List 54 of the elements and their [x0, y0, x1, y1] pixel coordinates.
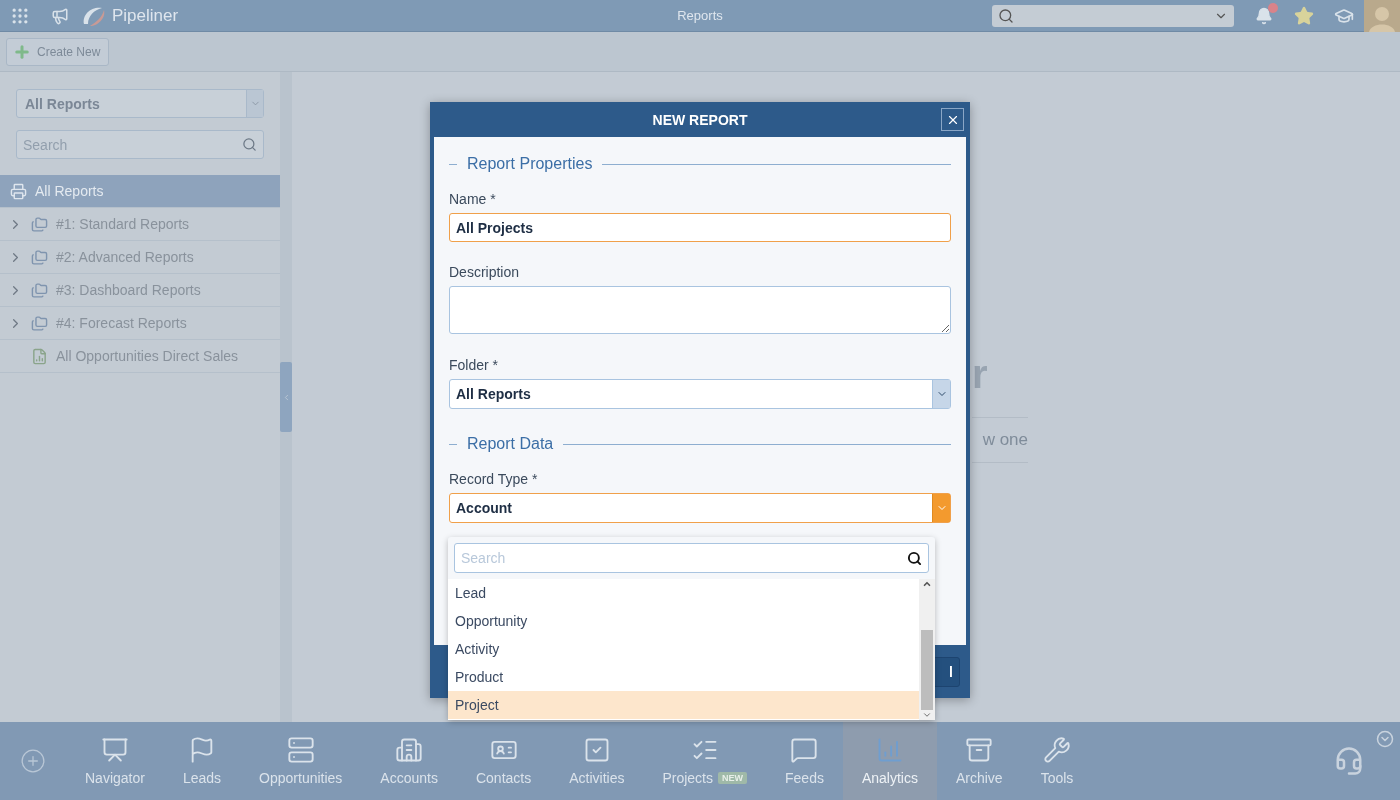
- dialog-title: NEW REPORT: [652, 111, 748, 128]
- report-icon: [31, 347, 48, 365]
- bell-icon[interactable]: [1255, 6, 1273, 25]
- global-search-field[interactable]: [992, 4, 1234, 27]
- field-label: Folder *: [449, 357, 500, 373]
- dropdown-option[interactable]: Project: [448, 691, 919, 719]
- field-label: Description: [449, 264, 521, 280]
- stack-icon: [286, 736, 315, 764]
- scrollbar[interactable]: [919, 579, 935, 720]
- search-icon: [242, 137, 257, 152]
- brand-name: Pipeliner: [112, 5, 179, 26]
- section-title: Report Data: [467, 435, 554, 453]
- speech-bubble-icon: [790, 736, 819, 764]
- sidebar-item[interactable]: #3: Dashboard Reports: [0, 274, 280, 307]
- wrench-icon: [1043, 736, 1071, 764]
- dropdown-search-field[interactable]: Search: [454, 543, 929, 573]
- select-field[interactable]: All Reports: [449, 379, 951, 409]
- name-input[interactable]: All Projects: [449, 213, 951, 242]
- avatar[interactable]: [1364, 0, 1400, 32]
- archive-box-icon: [965, 736, 994, 764]
- folder-icon: [31, 215, 48, 233]
- sidebar-item[interactable]: #4: Forecast Reports: [0, 307, 280, 340]
- section-title: Report Properties: [467, 155, 593, 173]
- folder-icon: [31, 248, 48, 266]
- presentation-icon: [100, 736, 129, 764]
- scroll-down-icon[interactable]: [922, 710, 932, 720]
- plus-icon: [13, 42, 31, 61]
- new-badge: NEW: [718, 772, 747, 784]
- building-icon: [395, 736, 424, 764]
- megaphone-icon[interactable]: [51, 6, 69, 25]
- background-hint: w one: [972, 417, 1028, 463]
- close-button[interactable]: [941, 108, 964, 131]
- nav-tab[interactable]: Analytics: [842, 722, 937, 800]
- field-label: Name *: [449, 191, 497, 207]
- headset-icon[interactable]: [1334, 746, 1364, 776]
- sidebar-item[interactable]: All Opportunities Direct Sales: [0, 340, 280, 373]
- add-icon[interactable]: [20, 748, 46, 774]
- folder-select[interactable]: All Reports: [16, 89, 264, 118]
- scroll-up-icon[interactable]: [922, 579, 932, 589]
- collapse-handle[interactable]: [280, 362, 292, 432]
- field-label: Record Type *: [449, 471, 539, 487]
- create-new-button[interactable]: Create New: [6, 37, 110, 66]
- page-title: Reports: [676, 8, 724, 23]
- search-icon: [907, 550, 922, 566]
- folder-icon: [31, 281, 48, 299]
- sidebar-item[interactable]: #2: Advanced Reports: [0, 241, 280, 274]
- description-input[interactable]: [449, 286, 951, 334]
- sidebar-item[interactable]: #1: Standard Reports: [0, 208, 280, 241]
- sidebar-item[interactable]: All Reports: [0, 175, 280, 208]
- search-icon: [998, 7, 1014, 24]
- star-icon[interactable]: [1294, 5, 1314, 26]
- select-field[interactable]: Account: [449, 493, 951, 523]
- folder-icon: [31, 314, 48, 332]
- expand-icon[interactable]: [1376, 730, 1394, 748]
